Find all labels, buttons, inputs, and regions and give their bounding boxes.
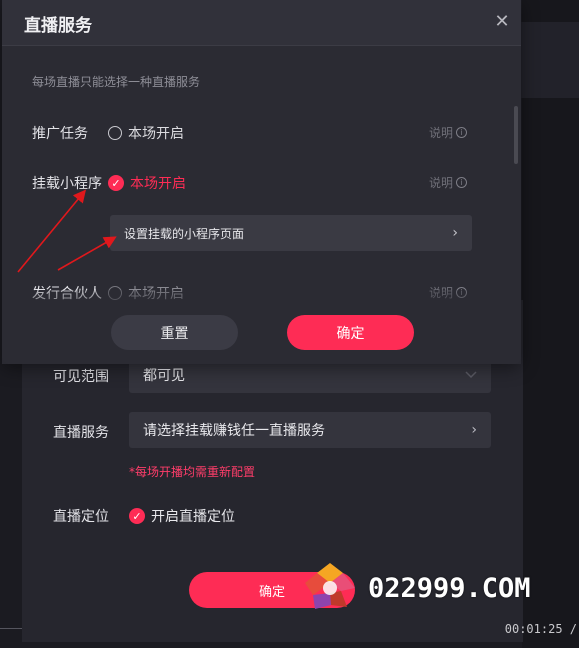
watermark-logo xyxy=(305,563,355,609)
annotation-arrows xyxy=(17,189,117,273)
annotation-arrow xyxy=(57,236,117,271)
watermark-text: 022999.COM xyxy=(368,573,531,604)
